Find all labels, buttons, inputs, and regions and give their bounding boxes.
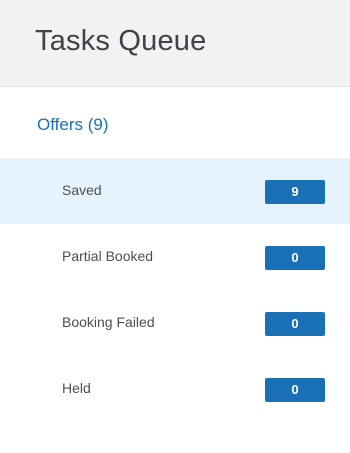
queue-item-saved[interactable]: Saved 9 — [0, 158, 350, 224]
count-badge: 0 — [265, 246, 325, 270]
queue-item-booking-failed[interactable]: Booking Failed 0 — [0, 290, 350, 356]
panel-header: Tasks Queue — [0, 0, 350, 87]
queue-item-label: Partial Booked — [62, 248, 154, 264]
queue-item-label: Saved — [62, 182, 102, 198]
queue-item-label: Held — [62, 380, 91, 396]
count-badge: 9 — [265, 180, 325, 204]
queue-item-partial-booked[interactable]: Partial Booked 0 — [0, 224, 350, 290]
count-badge: 0 — [265, 378, 325, 402]
page-title: Tasks Queue — [35, 25, 207, 57]
offers-section-title[interactable]: Offers (9) — [37, 114, 108, 136]
count-badge: 0 — [265, 312, 325, 336]
offers-queue-list: Saved 9 Partial Booked 0 Booking Failed … — [0, 158, 350, 422]
tasks-queue-panel: Tasks Queue Offers (9) Saved 9 Partial B… — [0, 0, 350, 453]
queue-item-label: Booking Failed — [62, 314, 155, 330]
queue-item-held[interactable]: Held 0 — [0, 356, 350, 422]
